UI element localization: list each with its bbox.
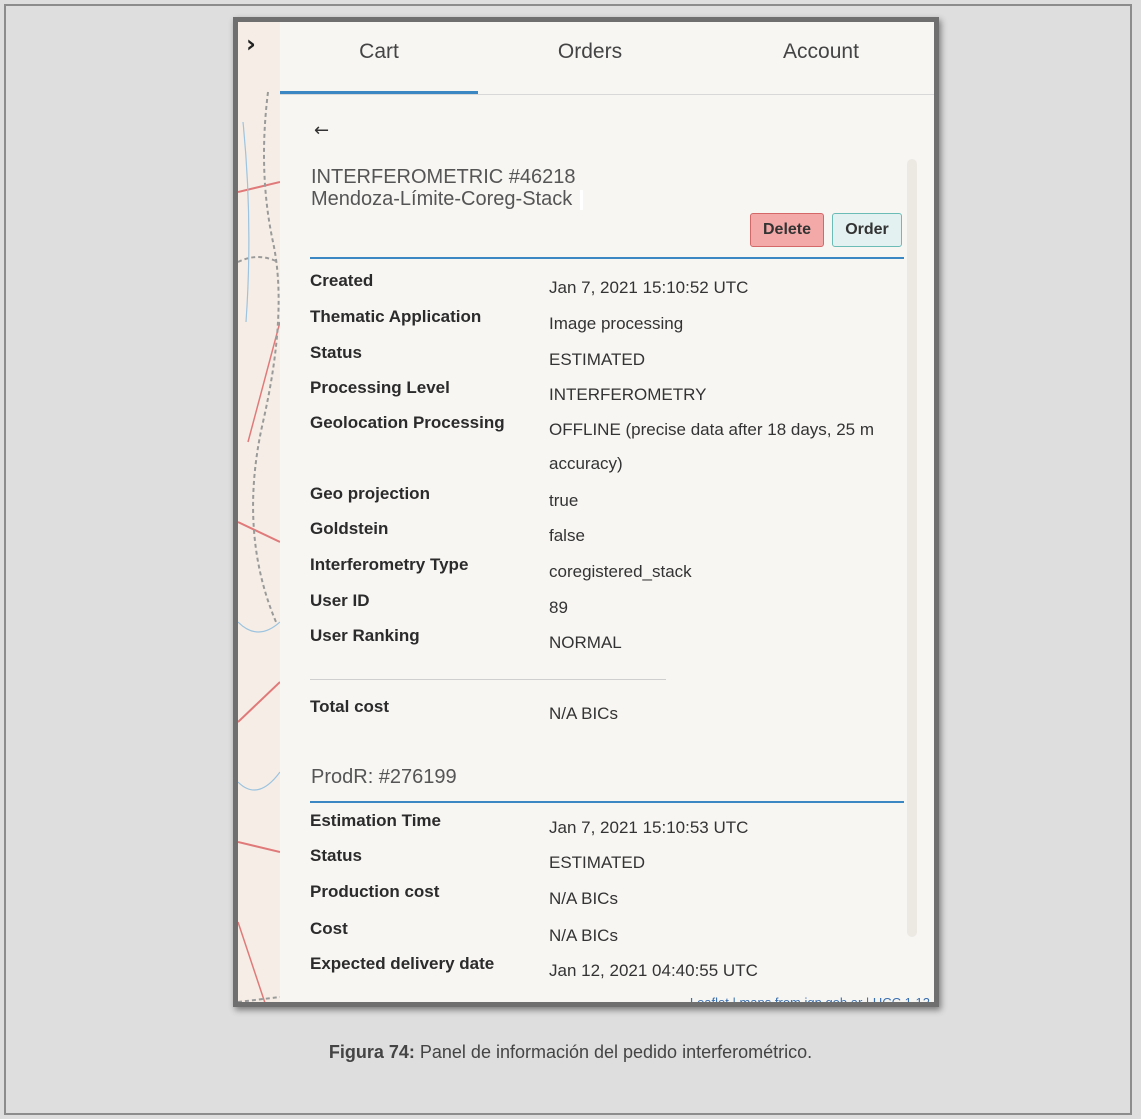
expand-chevron-icon[interactable]: › xyxy=(246,32,272,58)
production-request-title: ProdR: #276199 xyxy=(311,766,457,788)
divider xyxy=(310,257,904,259)
total-value: N/A BICs xyxy=(549,704,618,723)
detail-label: Geolocation Processing xyxy=(310,413,505,432)
delete-button[interactable]: Delete xyxy=(750,213,824,247)
detail-value: Jan 7, 2021 15:10:53 UTC xyxy=(549,818,749,837)
tab-account[interactable]: Account xyxy=(736,40,906,64)
tab-orders[interactable]: Orders xyxy=(505,40,675,64)
detail-value: Image processing xyxy=(549,314,684,333)
order-title: INTERFEROMETRIC #46218 Mendoza-Límite-Co… xyxy=(311,166,584,210)
detail-value: INTERFEROMETRY xyxy=(549,385,707,404)
active-tab-indicator xyxy=(280,91,478,94)
detail-value: false xyxy=(549,526,585,545)
map-strip[interactable]: › xyxy=(238,22,280,1002)
side-panel: Cart Orders Account ← INTERFEROMETRIC #4… xyxy=(280,22,934,1002)
detail-value: N/A BICs xyxy=(549,926,618,945)
detail-label: Production cost xyxy=(310,882,440,901)
detail-value: 89 xyxy=(549,598,568,617)
detail-value: OFFLINE (precise data after 18 days, 25 … xyxy=(549,420,875,473)
total-label: Total cost xyxy=(310,697,390,716)
back-arrow-icon[interactable]: ← xyxy=(314,120,329,141)
order-title-line1: INTERFEROMETRIC #46218 xyxy=(311,166,576,188)
detail-label: Estimation Time xyxy=(310,811,441,830)
order-button[interactable]: Order xyxy=(832,213,902,247)
detail-label: Processing Level xyxy=(310,378,450,397)
detail-value: NORMAL xyxy=(549,633,622,652)
map-features xyxy=(238,91,280,1002)
map-attribution[interactable]: Leaflet | maps from ign gob ar | UCC 1.1… xyxy=(690,995,930,1002)
detail-label: Thematic Application xyxy=(310,307,482,326)
detail-label: Goldstein xyxy=(310,519,389,538)
detail-label: User Ranking xyxy=(310,626,420,645)
screenshot-window: › Cart Orders Account ← INTERFEROMETRIC … xyxy=(233,17,939,1007)
divider xyxy=(310,679,666,680)
detail-value: ESTIMATED xyxy=(549,853,646,872)
detail-value: true xyxy=(549,491,579,510)
tab-cart[interactable]: Cart xyxy=(294,40,464,64)
detail-label: Interferometry Type xyxy=(310,555,469,574)
detail-value: N/A BICs xyxy=(549,889,618,908)
detail-label: Created xyxy=(310,271,374,290)
order-title-line2: Mendoza-Límite-Coreg-Stack xyxy=(311,188,584,210)
caption-label: Figura 74: xyxy=(328,1042,415,1062)
detail-value: ESTIMATED xyxy=(549,350,646,369)
figure-caption: Figura 74: Panel de información del pedi… xyxy=(0,1042,1141,1063)
detail-value: Jan 12, 2021 04:40:55 UTC xyxy=(549,961,758,980)
detail-label: Geo projection xyxy=(310,484,430,503)
detail-label: Status xyxy=(310,846,362,865)
caption-text: Panel de información del pedido interfer… xyxy=(414,1042,813,1062)
detail-label: User ID xyxy=(310,591,370,610)
detail-value: Jan 7, 2021 15:10:52 UTC xyxy=(549,278,749,297)
tab-bar: Cart Orders Account xyxy=(280,22,934,95)
divider xyxy=(310,801,904,803)
detail-label: Cost xyxy=(310,919,348,938)
detail-label: Expected delivery date xyxy=(310,954,495,973)
detail-label: Status xyxy=(310,343,362,362)
detail-value: coregistered_stack xyxy=(549,562,692,581)
